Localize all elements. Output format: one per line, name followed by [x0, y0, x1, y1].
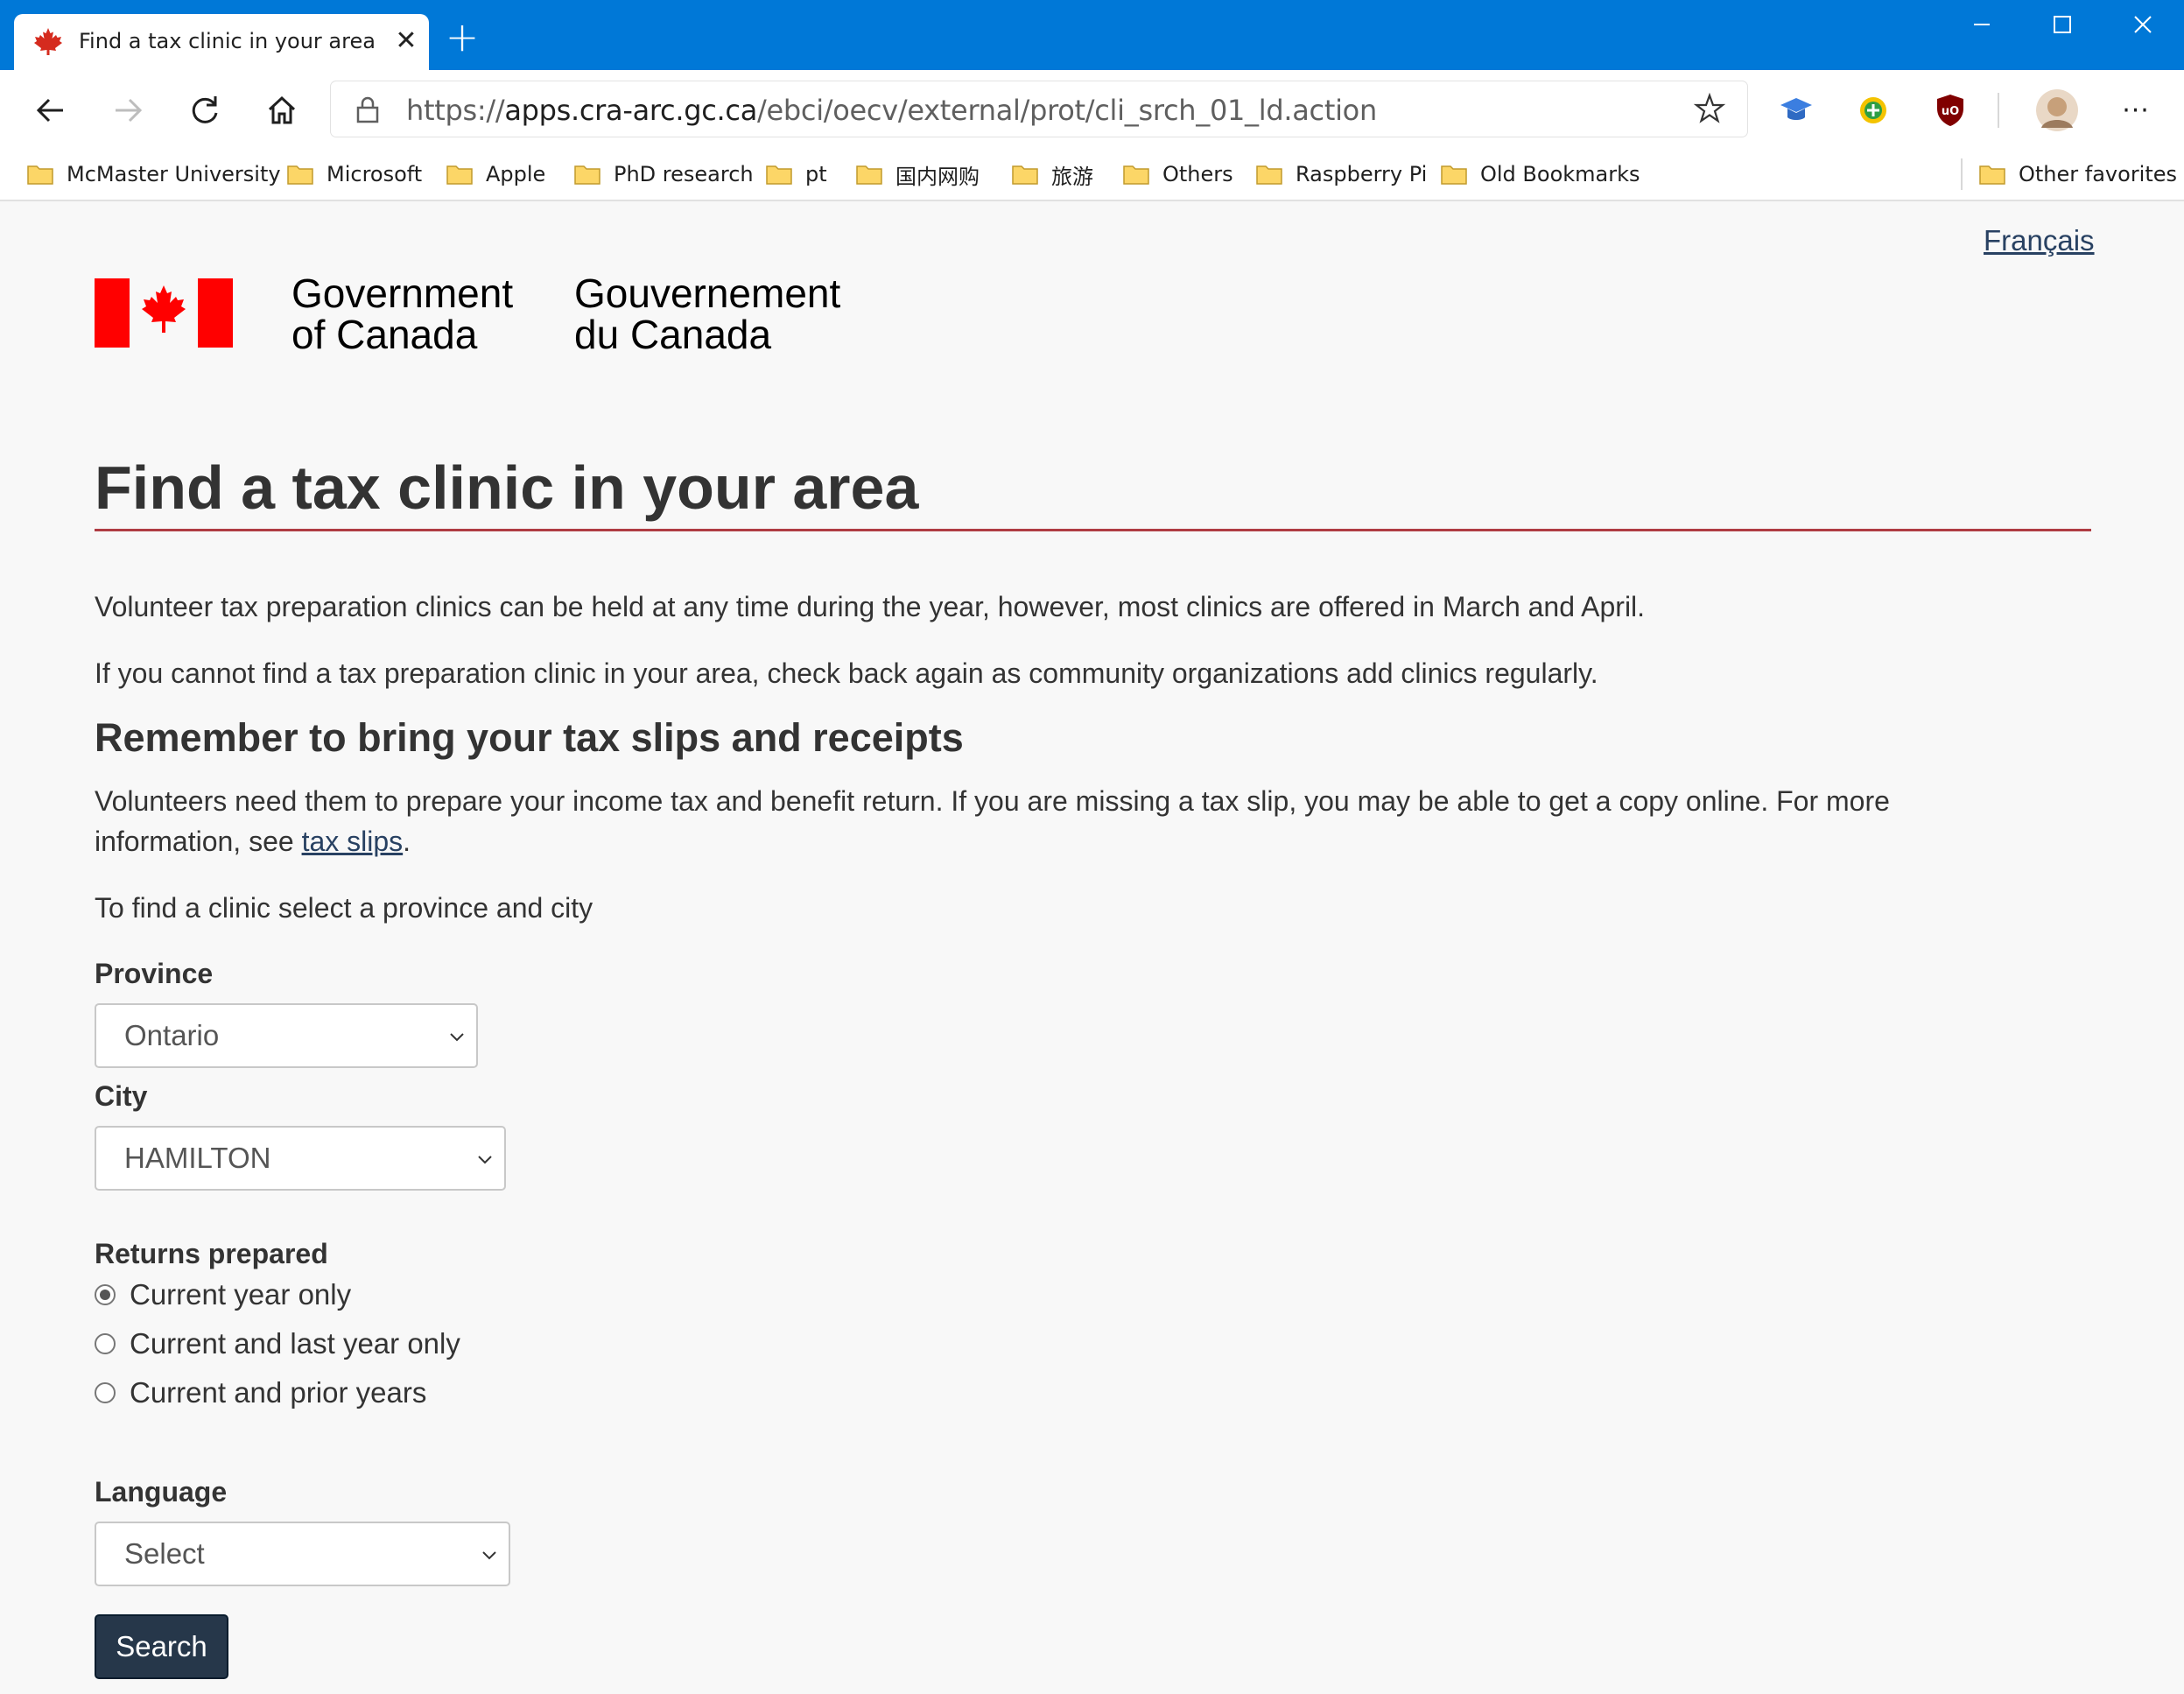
language-select[interactable]: Select: [95, 1522, 510, 1586]
settings-more-button[interactable]: ···: [2110, 84, 2162, 137]
radio-button-selected[interactable]: [95, 1284, 116, 1305]
chevron-down-icon: [450, 1033, 464, 1042]
language-toggle-link[interactable]: Français: [1984, 224, 2095, 257]
bookmark-folder[interactable]: Others: [1122, 157, 1233, 192]
bookmark-folder[interactable]: Old Bookmarks: [1440, 157, 1640, 192]
bookmark-folder[interactable]: McMaster University: [26, 157, 281, 192]
extension-mortarboard-icon[interactable]: [1777, 91, 1815, 130]
city-selected-value: HAMILTON: [124, 1142, 271, 1174]
language-selected-value: Select: [124, 1537, 205, 1570]
bookmark-other-favorites[interactable]: Other favorites: [1978, 157, 2177, 192]
close-icon: [2134, 16, 2152, 33]
extension-shield-icon[interactable]: uO: [1931, 91, 1970, 130]
bookmark-folder[interactable]: pt: [765, 157, 827, 192]
wordmark-french: Gouvernement du Canada: [574, 271, 841, 357]
folder-icon: [27, 165, 53, 185]
browser-toolbar: https://apps.cra-arc.gc.ca/ebci/oecv/ext…: [0, 70, 2184, 151]
intro-paragraph-1: Volunteer tax preparation clinics can be…: [95, 591, 1646, 622]
bookmarks-divider: [1961, 158, 1963, 190]
back-button[interactable]: [25, 84, 77, 137]
chevron-down-icon: [478, 1156, 492, 1164]
browser-tab[interactable]: Find a tax clinic in your area ✕: [14, 14, 429, 70]
intro-paragraph-2: If you cannot find a tax preparation cli…: [95, 657, 1598, 689]
profile-avatar-icon[interactable]: [2034, 88, 2080, 133]
slips-paragraph-line-1: Volunteers need them to prepare your inc…: [95, 785, 1890, 817]
minimize-button[interactable]: [1956, 9, 2008, 44]
returns-prepared-label: Returns prepared: [95, 1238, 328, 1269]
folder-icon: [287, 165, 313, 185]
favorite-star-icon[interactable]: [1693, 92, 1726, 125]
more-icon: ···: [2122, 95, 2150, 126]
maximize-icon: [2054, 16, 2071, 33]
maximize-button[interactable]: [2036, 9, 2089, 44]
bookmark-folder[interactable]: Raspberry Pi: [1255, 157, 1427, 192]
svg-text:uO: uO: [1942, 105, 1959, 118]
extension-plus-icon[interactable]: [1854, 91, 1893, 130]
tab-close-icon[interactable]: ✕: [390, 25, 422, 57]
folder-icon: [766, 165, 792, 185]
home-icon: [268, 95, 296, 124]
folder-icon: [1979, 165, 2005, 185]
city-label: City: [95, 1080, 148, 1112]
province-label: Province: [95, 958, 214, 989]
bookmark-folder[interactable]: PhD research: [573, 157, 754, 192]
browser-titlebar: Find a tax clinic in your area ✕ +: [0, 0, 2184, 70]
search-button[interactable]: Search: [95, 1614, 228, 1679]
folder-icon: [446, 165, 473, 185]
forward-icon: [116, 98, 143, 123]
home-button[interactable]: [256, 84, 308, 137]
page-content: Français Government of Canada Gouverneme…: [0, 203, 2184, 1694]
province-select[interactable]: Ontario: [95, 1003, 478, 1068]
maple-leaf-icon: [34, 28, 62, 55]
radio-button[interactable]: [95, 1382, 116, 1403]
close-window-button[interactable]: [2117, 9, 2169, 44]
bookmark-folder[interactable]: Microsoft: [286, 157, 422, 192]
folder-icon: [1123, 165, 1149, 185]
folder-icon: [856, 165, 882, 185]
title-underline: [95, 529, 2091, 531]
province-selected-value: Ontario: [124, 1019, 220, 1051]
toolbar-divider: [1998, 93, 1999, 128]
radio-current-and-last-year[interactable]: Current and last year only: [95, 1325, 460, 1363]
lock-icon: [356, 96, 379, 123]
address-bar[interactable]: https://apps.cra-arc.gc.ca/ebci/oecv/ext…: [331, 81, 1747, 137]
url-text: https://apps.cra-arc.gc.ca/ebci/oecv/ext…: [406, 94, 1377, 127]
bookmark-folder[interactable]: Apple: [446, 157, 545, 192]
bookmark-folder[interactable]: 旅游: [1011, 157, 1093, 192]
tax-slips-link[interactable]: tax slips: [302, 826, 404, 857]
folder-icon: [1012, 165, 1038, 185]
tab-title: Find a tax clinic in your area: [79, 29, 376, 53]
slips-paragraph-line-2: information, see tax slips.: [95, 826, 411, 857]
forward-button[interactable]: [102, 84, 154, 137]
folder-icon: [1441, 165, 1467, 185]
bookmarks-bar: McMaster University Microsoft Apple PhD …: [0, 151, 2184, 201]
refresh-icon: [192, 96, 218, 123]
radio-button[interactable]: [95, 1333, 116, 1354]
folder-icon: [1256, 165, 1282, 185]
bookmark-folder[interactable]: 国内网购: [855, 157, 980, 192]
instruction-text: To find a clinic select a province and c…: [95, 892, 593, 924]
refresh-button[interactable]: [179, 84, 231, 137]
back-icon: [36, 98, 63, 123]
minimize-icon: [1974, 24, 1990, 25]
radio-current-year-only[interactable]: Current year only: [95, 1276, 351, 1314]
chevron-down-icon: [482, 1551, 496, 1560]
new-tab-button[interactable]: +: [445, 17, 480, 57]
page-title: Find a tax clinic in your area: [95, 453, 919, 522]
language-label: Language: [95, 1476, 228, 1508]
radio-current-and-prior-years[interactable]: Current and prior years: [95, 1374, 426, 1412]
city-select[interactable]: HAMILTON: [95, 1126, 506, 1191]
canada-flag-icon: [95, 278, 233, 348]
wordmark-english: Government of Canada: [291, 271, 514, 357]
section-heading: Remember to bring your tax slips and rec…: [95, 715, 964, 760]
folder-icon: [574, 165, 600, 185]
